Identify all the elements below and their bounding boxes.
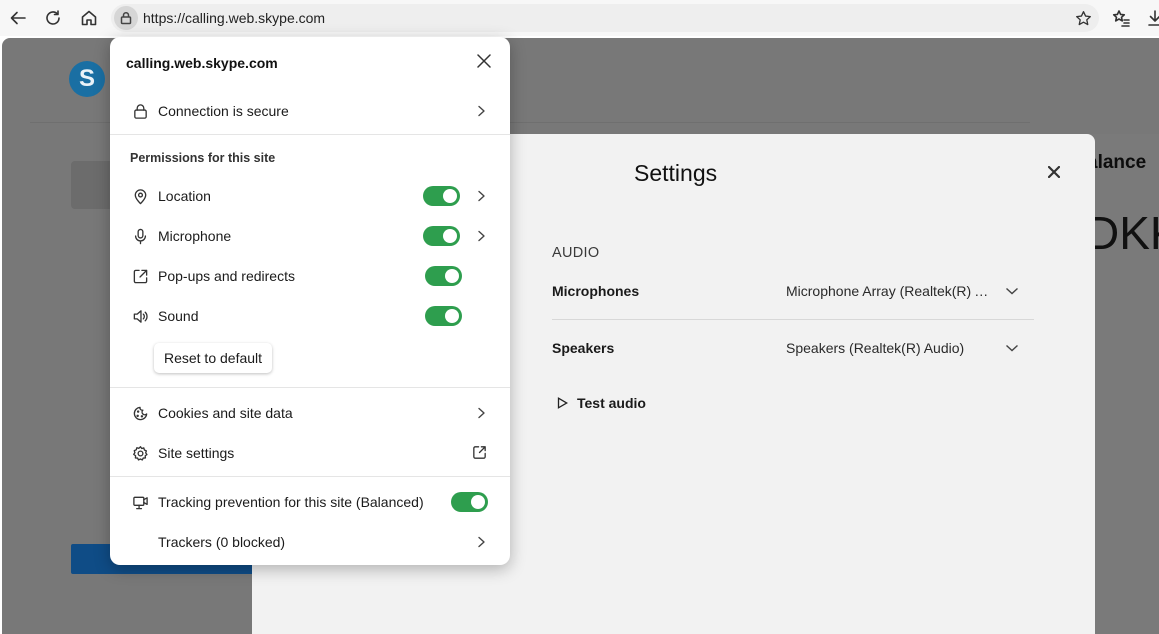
microphone-toggle[interactable] <box>423 226 460 246</box>
device-divider <box>552 319 1034 320</box>
skype-logo: S <box>69 61 105 97</box>
site-info-popup: calling.web.skype.com Connection is secu… <box>110 37 510 565</box>
address-bar[interactable]: https://calling.web.skype.com <box>111 4 1099 32</box>
gear-icon <box>131 444 149 462</box>
microphones-row: Microphones Microphone Array (Realtek(R)… <box>552 279 1034 303</box>
cookie-icon <box>131 404 149 422</box>
tracking-icon <box>131 493 149 511</box>
settings-close-button[interactable] <box>1044 162 1064 182</box>
trackers-row[interactable]: Trackers (0 blocked) <box>110 524 510 560</box>
download-icon <box>1148 10 1159 26</box>
tracking-label: Tracking prevention for this site (Balan… <box>158 494 424 510</box>
tracking-prevention-row: Tracking prevention for this site (Balan… <box>110 484 510 520</box>
cookies-row[interactable]: Cookies and site data <box>110 395 510 431</box>
test-audio-label: Test audio <box>577 395 646 411</box>
microphone-icon <box>131 227 149 245</box>
test-audio-button[interactable]: Test audio <box>557 395 646 411</box>
popup-host: calling.web.skype.com <box>126 55 278 71</box>
url-text[interactable]: https://calling.web.skype.com <box>143 10 325 26</box>
speakers-value: Speakers (Realtek(R) Audio) <box>786 340 965 356</box>
permission-row-location: Location <box>110 178 510 214</box>
play-icon <box>557 397 568 409</box>
sound-icon <box>131 307 149 325</box>
site-info-button[interactable] <box>114 6 138 30</box>
home-icon <box>81 10 97 26</box>
microphones-select[interactable]: Microphone Array (Realtek(R) A... <box>786 279 1026 303</box>
lock-icon <box>120 11 132 25</box>
chevron-right-icon <box>474 535 488 549</box>
popup-icon <box>131 267 149 285</box>
chevron-right-icon <box>474 104 488 118</box>
refresh-icon <box>46 10 60 25</box>
browser-toolbar: https://calling.web.skype.com <box>0 0 1159 36</box>
chevron-right-icon <box>474 406 488 420</box>
background-balance-text: alance <box>1087 152 1147 173</box>
back-icon <box>10 11 26 25</box>
microphones-value: Microphone Array (Realtek(R) A... <box>786 283 994 299</box>
star-icon <box>1075 10 1091 25</box>
settings-title: Settings <box>634 160 718 186</box>
popup-close-button[interactable] <box>474 51 494 71</box>
tracking-toggle[interactable] <box>451 492 488 512</box>
cookies-label: Cookies and site data <box>158 405 293 421</box>
popup-divider <box>110 476 510 477</box>
connection-row[interactable]: Connection is secure <box>110 93 510 129</box>
downloads-button[interactable] <box>1143 6 1159 30</box>
background-currency-text: DKK <box>1086 207 1159 259</box>
close-icon <box>477 54 491 68</box>
speakers-row: Speakers Speakers (Realtek(R) Audio) <box>552 336 1034 360</box>
refresh-button[interactable] <box>41 6 65 30</box>
popup-divider <box>110 387 510 388</box>
close-icon <box>1048 166 1060 178</box>
audio-section-label: AUDIO <box>552 245 600 261</box>
chevron-down-icon <box>1006 287 1018 295</box>
location-toggle[interactable] <box>423 186 460 206</box>
sound-toggle[interactable] <box>425 306 462 326</box>
permission-label: Location <box>158 188 211 204</box>
speakers-select[interactable]: Speakers (Realtek(R) Audio) <box>786 336 1026 360</box>
permission-row-microphone: Microphone <box>110 218 510 254</box>
speakers-label: Speakers <box>552 340 615 356</box>
site-settings-label: Site settings <box>158 445 235 461</box>
permission-row-sound: Sound <box>110 298 510 334</box>
chevron-right-icon[interactable] <box>474 229 488 243</box>
connection-label: Connection is secure <box>158 103 289 119</box>
permissions-heading: Permissions for this site <box>130 151 276 165</box>
permission-label: Microphone <box>158 228 232 244</box>
permission-label: Sound <box>158 308 199 324</box>
chevron-down-icon <box>1006 344 1018 352</box>
popups-toggle[interactable] <box>425 266 462 286</box>
permission-label: Pop-ups and redirects <box>158 268 295 284</box>
chevron-right-icon[interactable] <box>474 189 488 203</box>
reset-to-default-button[interactable]: Reset to default <box>154 343 272 373</box>
popup-divider <box>110 134 510 135</box>
favorite-button[interactable] <box>1071 6 1095 30</box>
permission-row-popups: Pop-ups and redirects <box>110 258 510 294</box>
external-link-icon <box>471 444 489 462</box>
favorites-button[interactable] <box>1109 6 1133 30</box>
home-button[interactable] <box>77 6 101 30</box>
location-icon <box>131 187 149 205</box>
site-settings-row[interactable]: Site settings <box>110 435 510 471</box>
back-button[interactable] <box>6 6 30 30</box>
lock-icon <box>131 102 149 120</box>
trackers-label: Trackers (0 blocked) <box>158 534 286 550</box>
favorites-icon <box>1112 10 1130 27</box>
microphones-label: Microphones <box>552 283 640 299</box>
